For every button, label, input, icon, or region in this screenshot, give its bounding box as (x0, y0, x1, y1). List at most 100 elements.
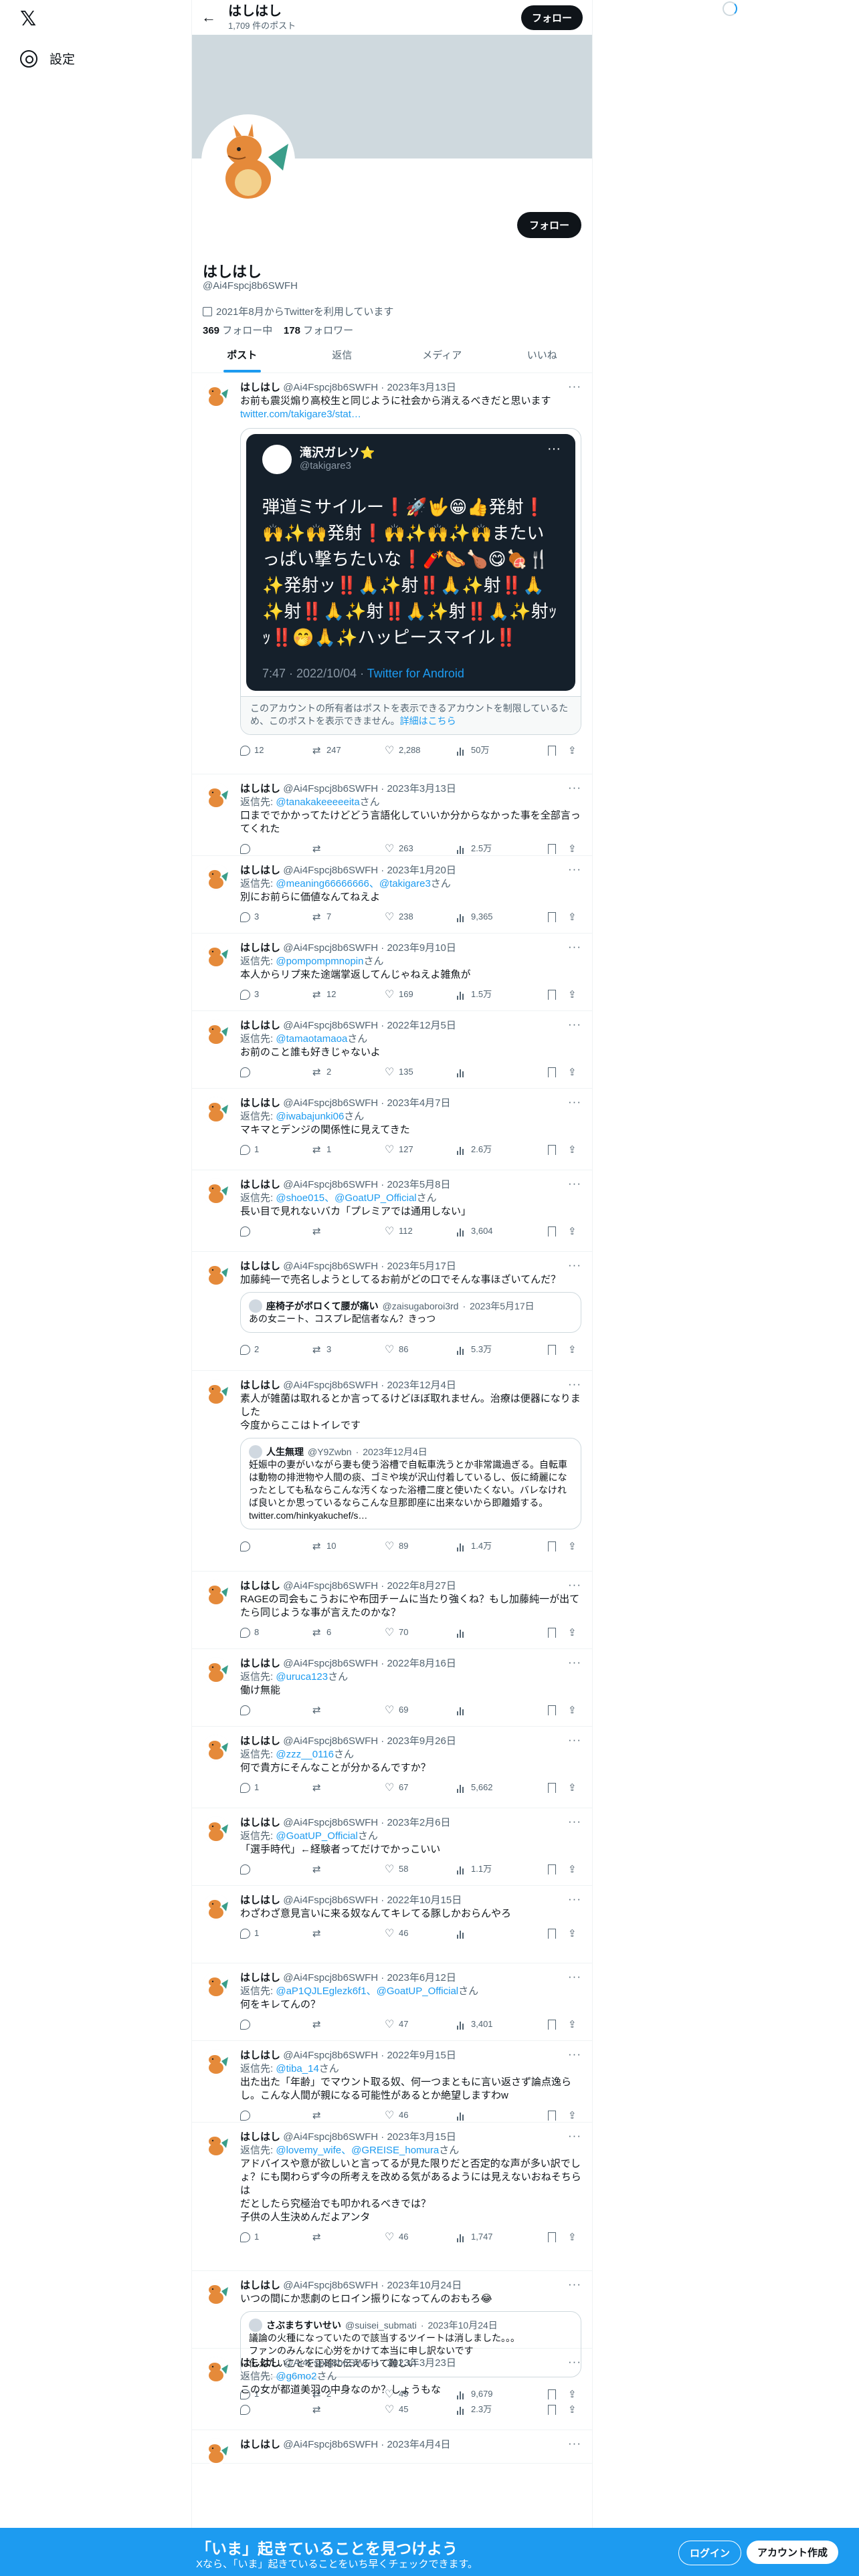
tweet-author-name[interactable]: はしはし (240, 783, 280, 794)
views-button[interactable]: 2.6万 (457, 1143, 522, 1156)
more-options-icon[interactable]: ··· (568, 1815, 581, 1828)
tweet[interactable]: ··· はしはし @Ai4Fspcj8b6SWFH · 2023年1月20日 返信先… (192, 856, 592, 934)
bookmark-button[interactable] (548, 1782, 568, 1793)
reply-button[interactable] (240, 1541, 312, 1551)
reply-button[interactable]: 1 (240, 2230, 312, 2244)
retweet-button[interactable]: ⇄ (312, 2020, 385, 2030)
tweet-date[interactable]: 2023年5月8日 (387, 1179, 450, 1190)
notice-link[interactable]: 詳細はこちら (400, 716, 456, 726)
tweet-avatar[interactable] (203, 2357, 229, 2383)
tweet[interactable]: ··· はしはし @Ai4Fspcj8b6SWFH · 2023年9月10日 返信先… (192, 934, 592, 1011)
tweet-author-handle[interactable]: @Ai4Fspcj8b6SWFH (283, 2439, 378, 2450)
tweet-avatar[interactable] (203, 2438, 229, 2465)
share-button[interactable]: ⇪ (568, 2111, 581, 2121)
bookmark-button[interactable] (548, 745, 568, 756)
views-button[interactable]: 1,747 (457, 2230, 522, 2244)
tweet-avatar[interactable] (203, 1735, 229, 1761)
tab-posts[interactable]: ポスト (192, 338, 292, 372)
tweet-author-handle[interactable]: @Ai4Fspcj8b6SWFH (283, 2280, 378, 2291)
retweet-button[interactable]: ⇄ (312, 2232, 385, 2242)
tweet-avatar[interactable] (203, 942, 229, 968)
like-button[interactable]: ♡ 135 (385, 1065, 457, 1079)
bookmark-button[interactable] (548, 1144, 568, 1155)
share-button[interactable]: ⇪ (568, 1705, 581, 1715)
tweet-avatar[interactable] (203, 1580, 229, 1606)
tweet-author-name[interactable]: はしはし (240, 1658, 280, 1669)
tweet-date[interactable]: 2023年4月4日 (387, 2439, 450, 2450)
reply-to-handle[interactable]: @tiba_14 (276, 2063, 318, 2074)
like-button[interactable]: ♡ 45 (385, 2403, 457, 2416)
reply-to-handle[interactable]: @zzz__0116 (276, 1749, 334, 1760)
reply-to-handle[interactable]: @iwabajunki06 (276, 1111, 344, 1122)
tweet[interactable]: ··· はしはし @Ai4Fspcj8b6SWFH · 2023年6月12日 返信先… (192, 1963, 592, 2041)
tweet-avatar[interactable] (203, 782, 229, 809)
more-options-icon[interactable]: ··· (568, 1177, 581, 1190)
tweet-date[interactable]: 2023年5月17日 (387, 1261, 456, 1272)
views-button[interactable] (457, 2111, 522, 2121)
quote-tweet[interactable]: 人生無理 @Y9Zwbn · 2023年12月4日 妊娠中の妻がいながら妻も使う浴槽で自… (240, 1438, 581, 1529)
tweet-date[interactable]: 2023年10月24日 (387, 2280, 462, 2291)
views-button[interactable]: 1.1万 (457, 1862, 522, 1876)
views-button[interactable]: 1.5万 (457, 988, 522, 1001)
tweet-avatar[interactable] (203, 1019, 229, 1046)
tweet[interactable]: ··· はしはし @Ai4Fspcj8b6SWFH · 2022年8月27日 RAG… (192, 1572, 592, 1649)
like-button[interactable]: ♡ 169 (385, 988, 457, 1001)
bookmark-button[interactable] (548, 1928, 568, 1939)
tweet-author-handle[interactable]: @Ai4Fspcj8b6SWFH (283, 2050, 378, 2061)
more-options-icon[interactable]: ··· (568, 1578, 581, 1592)
share-button[interactable]: ⇪ (568, 1145, 581, 1155)
tweet-date[interactable]: 2023年3月15日 (387, 2131, 456, 2143)
like-button[interactable]: ♡ 67 (385, 1781, 457, 1794)
reply-button[interactable] (240, 843, 312, 854)
reply-to-handle[interactable]: @pompompmnopin (276, 956, 363, 967)
like-button[interactable]: ♡ 127 (385, 1143, 457, 1156)
reply-to-handle[interactable]: @meaning66666666、@takigare3 (276, 878, 430, 889)
bookmark-button[interactable] (548, 1541, 568, 1551)
share-button[interactable]: ⇪ (568, 990, 581, 1000)
tweet[interactable]: ··· はしはし @Ai4Fspcj8b6SWFH · 2023年3月13日 お前も… (192, 373, 592, 774)
followers-link[interactable]: 178 フォロワー (284, 325, 353, 336)
reply-button[interactable]: 3 (240, 910, 312, 924)
more-options-icon[interactable]: ··· (568, 1893, 581, 1906)
more-options-icon[interactable]: ··· (568, 2048, 581, 2061)
tweet-avatar[interactable] (203, 1816, 229, 1843)
tweet[interactable]: ··· はしはし @Ai4Fspcj8b6SWFH · 2023年12月4日 素人が… (192, 1371, 592, 1572)
tweet-author-name[interactable]: はしはし (240, 1580, 280, 1592)
tweet-avatar[interactable] (203, 1971, 229, 1998)
signup-button[interactable]: アカウント作成 (747, 2541, 839, 2564)
like-button[interactable]: ♡ 263 (385, 842, 457, 855)
reply-to-handle[interactable]: @aP1QJLEglezk6f1、@GoatUP_Official (276, 1985, 458, 1997)
tweet-author-name[interactable]: はしはし (240, 2439, 280, 2450)
share-button[interactable]: ⇪ (568, 1783, 581, 1793)
tab-replies[interactable]: 返信 (292, 338, 393, 372)
tweet-date[interactable]: 2023年9月10日 (387, 942, 456, 954)
like-button[interactable]: ♡ 86 (385, 1343, 457, 1356)
tweet-author-name[interactable]: はしはし (240, 2131, 280, 2143)
tweet-author-handle[interactable]: @Ai4Fspcj8b6SWFH (283, 1580, 378, 1592)
reply-button[interactable] (240, 1864, 312, 1874)
tweet-avatar[interactable] (203, 1097, 229, 1123)
views-button[interactable]: 50万 (457, 744, 522, 757)
retweet-button[interactable]: ⇄ 2 (312, 1065, 385, 1079)
bookmark-button[interactable] (548, 2404, 568, 2415)
more-options-icon[interactable]: ··· (568, 1018, 581, 1031)
reply-to-handle[interactable]: @tanakakeeeeeita (276, 796, 359, 808)
tweet-author-name[interactable]: はしはし (240, 1972, 280, 1983)
tweet-author-handle[interactable]: @Ai4Fspcj8b6SWFH (283, 783, 378, 794)
reply-to-handle[interactable]: @tamaotamaoa (276, 1033, 347, 1045)
tweet-date[interactable]: 2023年6月12日 (387, 1972, 456, 1983)
retweet-button[interactable]: ⇄ (312, 2111, 385, 2121)
retweet-button[interactable]: ⇄ (312, 1226, 385, 1237)
tweet-date[interactable]: 2022年8月27日 (387, 1580, 456, 1592)
tweet-date[interactable]: 2023年3月13日 (387, 783, 456, 794)
tweet-author-name[interactable]: はしはし (240, 942, 280, 954)
tweet-author-name[interactable]: はしはし (240, 2280, 280, 2291)
more-options-icon[interactable]: ··· (568, 1259, 581, 1272)
like-button[interactable]: ♡ 112 (385, 1224, 457, 1238)
more-options-icon[interactable]: ··· (568, 1378, 581, 1391)
like-button[interactable]: ♡ 47 (385, 2018, 457, 2031)
tweet-avatar[interactable] (203, 1894, 229, 1921)
like-button[interactable]: ♡ 46 (385, 1927, 457, 1940)
more-options-icon[interactable]: ··· (568, 2437, 581, 2450)
retweet-button[interactable]: ⇄ (312, 844, 385, 854)
